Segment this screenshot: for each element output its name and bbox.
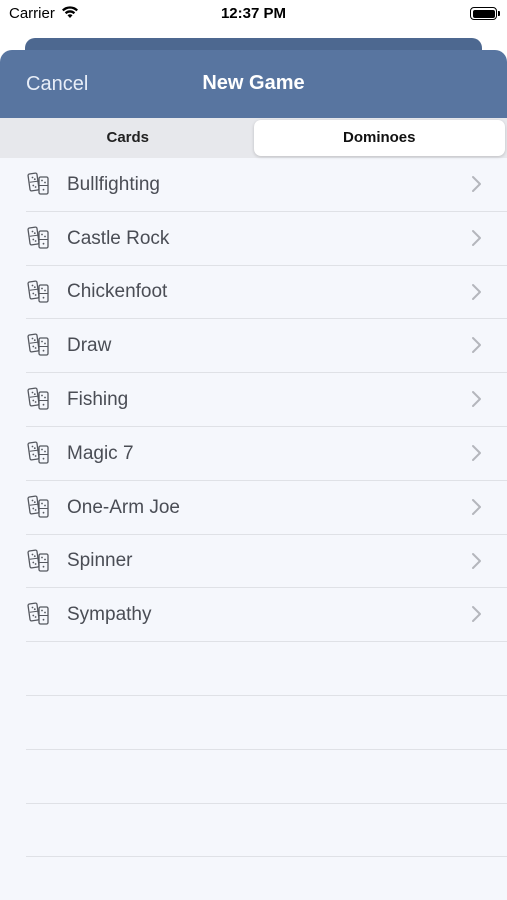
list-item[interactable]: Castle Rock <box>0 212 507 266</box>
domino-tiles-icon <box>27 280 51 304</box>
list-item[interactable]: Magic 7 <box>0 427 507 481</box>
chevron-right-icon <box>471 605 483 623</box>
status-bar: Carrier 12:37 PM <box>0 0 507 30</box>
game-type-segmented-control: Cards Dominoes <box>0 118 507 158</box>
game-list: Bullfighting Castle Rock Chickenfoot Dra… <box>0 158 507 858</box>
page-title: New Game <box>202 72 305 94</box>
domino-tiles-icon <box>27 549 51 573</box>
empty-list-row <box>0 642 507 696</box>
tab-dominoes[interactable]: Dominoes <box>253 120 505 156</box>
list-item[interactable]: Sympathy <box>0 588 507 642</box>
domino-tiles-icon <box>27 387 51 411</box>
list-item[interactable]: Chickenfoot <box>0 266 507 320</box>
navigation-bar: Cancel New Game <box>0 50 507 118</box>
chevron-right-icon <box>471 444 483 462</box>
game-name: Draw <box>67 335 112 357</box>
game-name: Chickenfoot <box>67 281 168 303</box>
empty-list-row <box>0 696 507 750</box>
domino-tiles-icon <box>27 226 51 250</box>
domino-tiles-icon <box>27 441 51 465</box>
chevron-right-icon <box>471 390 483 408</box>
new-game-sheet: Cancel New Game Cards Dominoes Bullfight… <box>0 50 507 900</box>
empty-list-row <box>0 804 507 858</box>
game-name: One-Arm Joe <box>67 496 180 518</box>
chevron-right-icon <box>471 175 483 193</box>
game-name: Fishing <box>67 389 129 411</box>
domino-tiles-icon <box>27 495 51 519</box>
game-name: Castle Rock <box>67 227 170 249</box>
game-name: Bullfighting <box>67 173 160 195</box>
domino-tiles-icon <box>27 602 51 626</box>
chevron-right-icon <box>471 336 483 354</box>
list-item[interactable]: One-Arm Joe <box>0 481 507 535</box>
battery-icon <box>470 7 500 20</box>
domino-tiles-icon <box>27 333 51 357</box>
game-name: Spinner <box>67 550 133 572</box>
clock: 12:37 PM <box>220 5 287 22</box>
game-name: Sympathy <box>67 604 152 626</box>
list-item[interactable]: Bullfighting <box>0 158 507 212</box>
game-name: Magic 7 <box>67 442 134 464</box>
list-item[interactable]: Fishing <box>0 373 507 427</box>
domino-tiles-icon <box>27 172 51 196</box>
list-item[interactable]: Draw <box>0 319 507 373</box>
tab-cards[interactable]: Cards <box>2 120 254 156</box>
chevron-right-icon <box>471 498 483 516</box>
chevron-right-icon <box>471 283 483 301</box>
empty-list-row <box>0 750 507 804</box>
chevron-right-icon <box>471 552 483 570</box>
list-item[interactable]: Spinner <box>0 535 507 589</box>
chevron-right-icon <box>471 229 483 247</box>
